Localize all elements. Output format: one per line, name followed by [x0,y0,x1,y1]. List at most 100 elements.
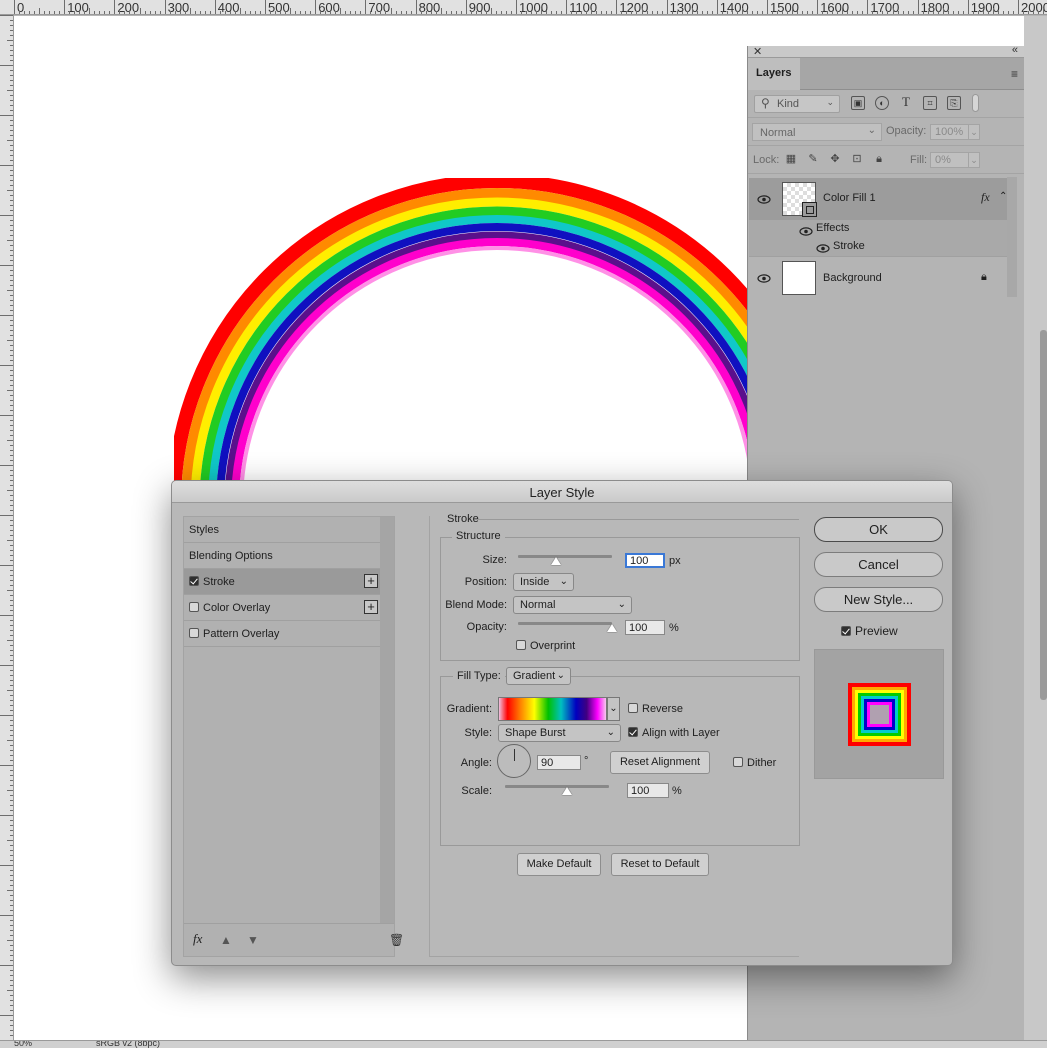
add-stroke-icon[interactable]: + [364,574,378,588]
preview-checkbox[interactable] [841,626,851,636]
kind-filter-select[interactable]: ⚲ Kind ⌄ [754,95,840,113]
align-with-layer-checkbox[interactable] [628,727,638,737]
blend-mode-select[interactable]: Normal ⌄ [752,123,882,141]
ruler-minor-tick [234,11,236,14]
fill-field[interactable]: 0% ⌄ [930,152,980,168]
scale-slider-knob[interactable] [562,787,573,795]
fx-icon[interactable]: fx [981,190,990,205]
ruler-minor-tick [254,11,256,14]
filter-toggle[interactable] [972,94,979,112]
trash-icon[interactable]: 🗑︎ [389,933,404,947]
ruler-minor-tick [837,11,839,14]
ruler-minor-tick [857,11,859,14]
styles-item[interactable]: Styles [184,517,382,543]
lock-image-icon[interactable]: ✎ [807,153,819,165]
gradient-swatch[interactable] [498,697,607,721]
opacity-input[interactable]: 100 [625,620,665,635]
lock-position-icon[interactable]: ✥ [829,153,841,165]
visibility-eye-icon[interactable] [757,274,771,283]
ruler-minor-tick [636,11,638,14]
scale-input[interactable]: 100 [627,783,669,798]
close-panel-icon[interactable]: ✕ [753,45,762,58]
color-overlay-checkbox[interactable] [189,602,199,612]
shape-filter-icon[interactable]: ⌗ [923,96,937,110]
move-up-icon[interactable]: ▲ [220,933,232,947]
layer-row-background[interactable]: Background 🔒︎ [749,256,1008,298]
reset-to-default-button[interactable]: Reset to Default [611,853,709,876]
ok-button[interactable]: OK [814,517,943,542]
add-color-overlay-icon[interactable]: + [364,600,378,614]
fill-value: 0% [935,154,951,166]
tab-layers[interactable]: Layers [748,58,800,90]
lock-transparent-icon[interactable]: ▦ [785,153,797,165]
pattern-overlay-label: Pattern Overlay [203,628,280,640]
ruler-minor-tick [54,11,56,14]
preview-option[interactable]: Preview [841,624,898,638]
angle-dial[interactable] [497,744,531,778]
ruler-minor-tick [1012,11,1014,14]
chevron-down-icon[interactable]: ⌄ [968,152,980,168]
new-style-button[interactable]: New Style... [814,587,943,612]
chevron-down-icon[interactable]: ⌄ [968,124,980,140]
type-filter-icon[interactable]: T [899,95,913,110]
overprint-checkbox[interactable] [516,640,526,650]
ruler-minor-tick [611,11,613,14]
collapse-panel-icon[interactable]: « [1012,44,1018,56]
zoom-level[interactable]: 50% [14,1041,32,1048]
position-select[interactable]: Inside ⌄ [513,573,574,591]
stroke-effect-eye-icon[interactable] [816,244,830,253]
styles-scrollbar[interactable] [380,517,394,924]
layer-name: Background [823,272,882,284]
opacity-field[interactable]: 100% ⌄ [930,124,980,140]
dither-option[interactable]: Dither [733,757,776,769]
pattern-overlay-item[interactable]: Pattern Overlay [184,621,382,647]
move-down-icon[interactable]: ▼ [247,933,259,947]
ruler-minor-tick [761,11,763,14]
cancel-button[interactable]: Cancel [814,552,943,577]
chevron-down-icon: ⌄ [559,576,568,587]
scrollbar-thumb[interactable] [1040,330,1047,700]
dither-checkbox[interactable] [733,757,743,767]
layer-row-color-fill[interactable]: Color Fill 1 fx ⌃ [749,178,1008,220]
effects-visibility-eye-icon[interactable] [799,227,813,236]
reverse-option[interactable]: Reverse [628,703,683,715]
fill-type-select[interactable]: Gradient ⌄ [506,667,571,685]
panel-menu-icon[interactable]: ≡ [1011,67,1018,81]
stroke-style-item[interactable]: Stroke + [184,569,382,595]
opacity-slider-knob[interactable] [607,624,617,632]
color-overlay-item[interactable]: Color Overlay + [184,595,382,621]
smart-object-filter-icon[interactable]: ⎘ [947,96,961,110]
align-with-layer-option[interactable]: Align with Layer [628,727,720,739]
lock-artboard-icon[interactable]: ⊡ [851,153,863,165]
opacity-slider[interactable] [518,622,612,625]
size-input[interactable]: 100 [625,553,665,568]
fx-icon[interactable]: fx [193,931,202,947]
chevron-down-icon[interactable]: ⌄ [607,697,620,721]
ruler-minor-tick [360,11,362,14]
reset-alignment-button[interactable]: Reset Alignment [610,751,710,774]
make-default-button[interactable]: Make Default [517,853,601,876]
angle-unit: ° [584,755,589,767]
pixel-filter-icon[interactable]: ▣ [851,96,865,110]
ruler-minor-tick [772,11,774,14]
gradient-style-select[interactable]: Shape Burst ⌄ [498,724,621,742]
visibility-eye-icon[interactable] [757,195,771,204]
pattern-overlay-checkbox[interactable] [189,628,199,638]
adjustment-filter-icon[interactable]: ◐ [875,96,889,110]
layers-scrollbar[interactable] [1007,177,1017,297]
lock-all-icon[interactable]: 🔒︎ [873,153,885,165]
size-slider-knob[interactable] [550,557,561,565]
blending-options-item[interactable]: Blending Options [184,543,382,569]
stroke-effect-label[interactable]: Stroke [833,240,865,252]
overprint-option[interactable]: Overprint [516,640,575,652]
ruler-minor-tick [19,11,21,14]
stroke-checkbox[interactable] [189,576,199,586]
angle-input[interactable]: 90 [537,755,581,770]
reverse-checkbox[interactable] [628,703,638,713]
ruler-minor-tick [882,11,884,14]
blend-mode-select[interactable]: Normal ⌄ [513,596,632,614]
ruler-minor-tick [350,11,352,14]
size-slider[interactable] [518,555,612,558]
ruler-minor-tick [972,11,974,14]
scale-slider[interactable] [505,785,609,788]
